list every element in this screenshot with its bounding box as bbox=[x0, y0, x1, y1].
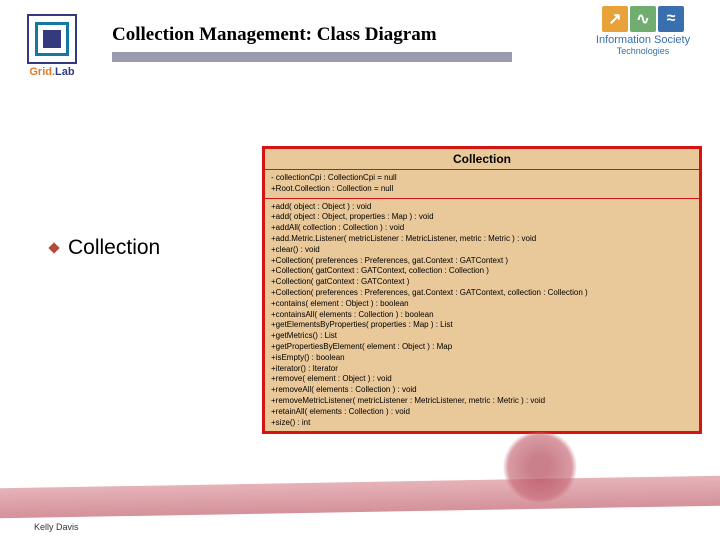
uml-operations: +add( object : Object ) : void+add( obje… bbox=[265, 199, 699, 432]
gridlab-icon bbox=[27, 14, 77, 64]
uml-attribute-line: +Root.Collection : Collection = null bbox=[271, 184, 693, 195]
author-label: Kelly Davis bbox=[34, 522, 79, 532]
uml-operation-line: +remove( element : Object ) : void bbox=[271, 374, 693, 385]
uml-operation-line: +contains( element : Object ) : boolean bbox=[271, 299, 693, 310]
uml-operation-line: +getMetrics() : List bbox=[271, 331, 693, 342]
ist-logo: ↗ ∿ ≈ Information Society Technologies bbox=[578, 6, 708, 86]
bullet-icon bbox=[48, 242, 59, 253]
content-area: Collection Collection - collectionCpi : … bbox=[0, 86, 720, 466]
uml-operation-line: +add( object : Object ) : void bbox=[271, 202, 693, 213]
uml-operation-line: +containsAll( elements : Collection ) : … bbox=[271, 310, 693, 321]
uml-operation-line: +add.Metric.Listener( metricListener : M… bbox=[271, 234, 693, 245]
uml-operation-line: +Collection( preferences : Preferences, … bbox=[271, 288, 693, 299]
uml-operation-line: +isEmpty() : boolean bbox=[271, 353, 693, 364]
uml-operation-line: +Collection( gatContext : GATContext ) bbox=[271, 277, 693, 288]
uml-attribute-line: - collectionCpi : CollectionCpi = null bbox=[271, 173, 693, 184]
uml-operation-line: +add( object : Object, properties : Map … bbox=[271, 212, 693, 223]
uml-operation-line: +getPropertiesByElement( element : Objec… bbox=[271, 342, 693, 353]
page-title: Collection Management: Class Diagram bbox=[112, 24, 578, 46]
ist-logo-line2: Technologies bbox=[617, 46, 670, 56]
uml-class-name: Collection bbox=[265, 149, 699, 170]
uml-operation-line: +iterator() : Iterator bbox=[271, 364, 693, 375]
uml-operation-line: +Collection( gatContext : GATContext, co… bbox=[271, 266, 693, 277]
header: Grid.Lab Collection Management: Class Di… bbox=[0, 0, 720, 86]
ist-glyph-1: ↗ bbox=[602, 6, 628, 32]
gridlab-logo-text: Grid.Lab bbox=[29, 66, 74, 78]
ist-glyph-2: ∿ bbox=[630, 6, 656, 32]
ist-glyph-3: ≈ bbox=[658, 6, 684, 32]
uml-attributes: - collectionCpi : CollectionCpi = null+R… bbox=[265, 170, 699, 199]
uml-operation-line: +size() : int bbox=[271, 418, 693, 429]
uml-operation-line: +getElementsByProperties( properties : M… bbox=[271, 320, 693, 331]
ist-logo-glyphs: ↗ ∿ ≈ bbox=[602, 6, 684, 32]
title-underline bbox=[112, 52, 512, 62]
title-area: Collection Management: Class Diagram bbox=[92, 6, 578, 62]
uml-operation-line: +removeMetricListener( metricListener : … bbox=[271, 396, 693, 407]
gridlab-logo: Grid.Lab bbox=[12, 6, 92, 86]
bullet-text: Collection bbox=[68, 236, 160, 260]
uml-operation-line: +clear() : void bbox=[271, 245, 693, 256]
uml-operation-line: +retainAll( elements : Collection ) : vo… bbox=[271, 407, 693, 418]
uml-operation-line: +removeAll( elements : Collection ) : vo… bbox=[271, 385, 693, 396]
uml-operation-line: +Collection( preferences : Preferences, … bbox=[271, 256, 693, 267]
bullet-item: Collection bbox=[50, 236, 160, 260]
ist-logo-line1: Information Society bbox=[596, 34, 690, 46]
uml-operation-line: +addAll( collection : Collection ) : voi… bbox=[271, 223, 693, 234]
uml-class-box: Collection - collectionCpi : CollectionC… bbox=[262, 146, 702, 434]
